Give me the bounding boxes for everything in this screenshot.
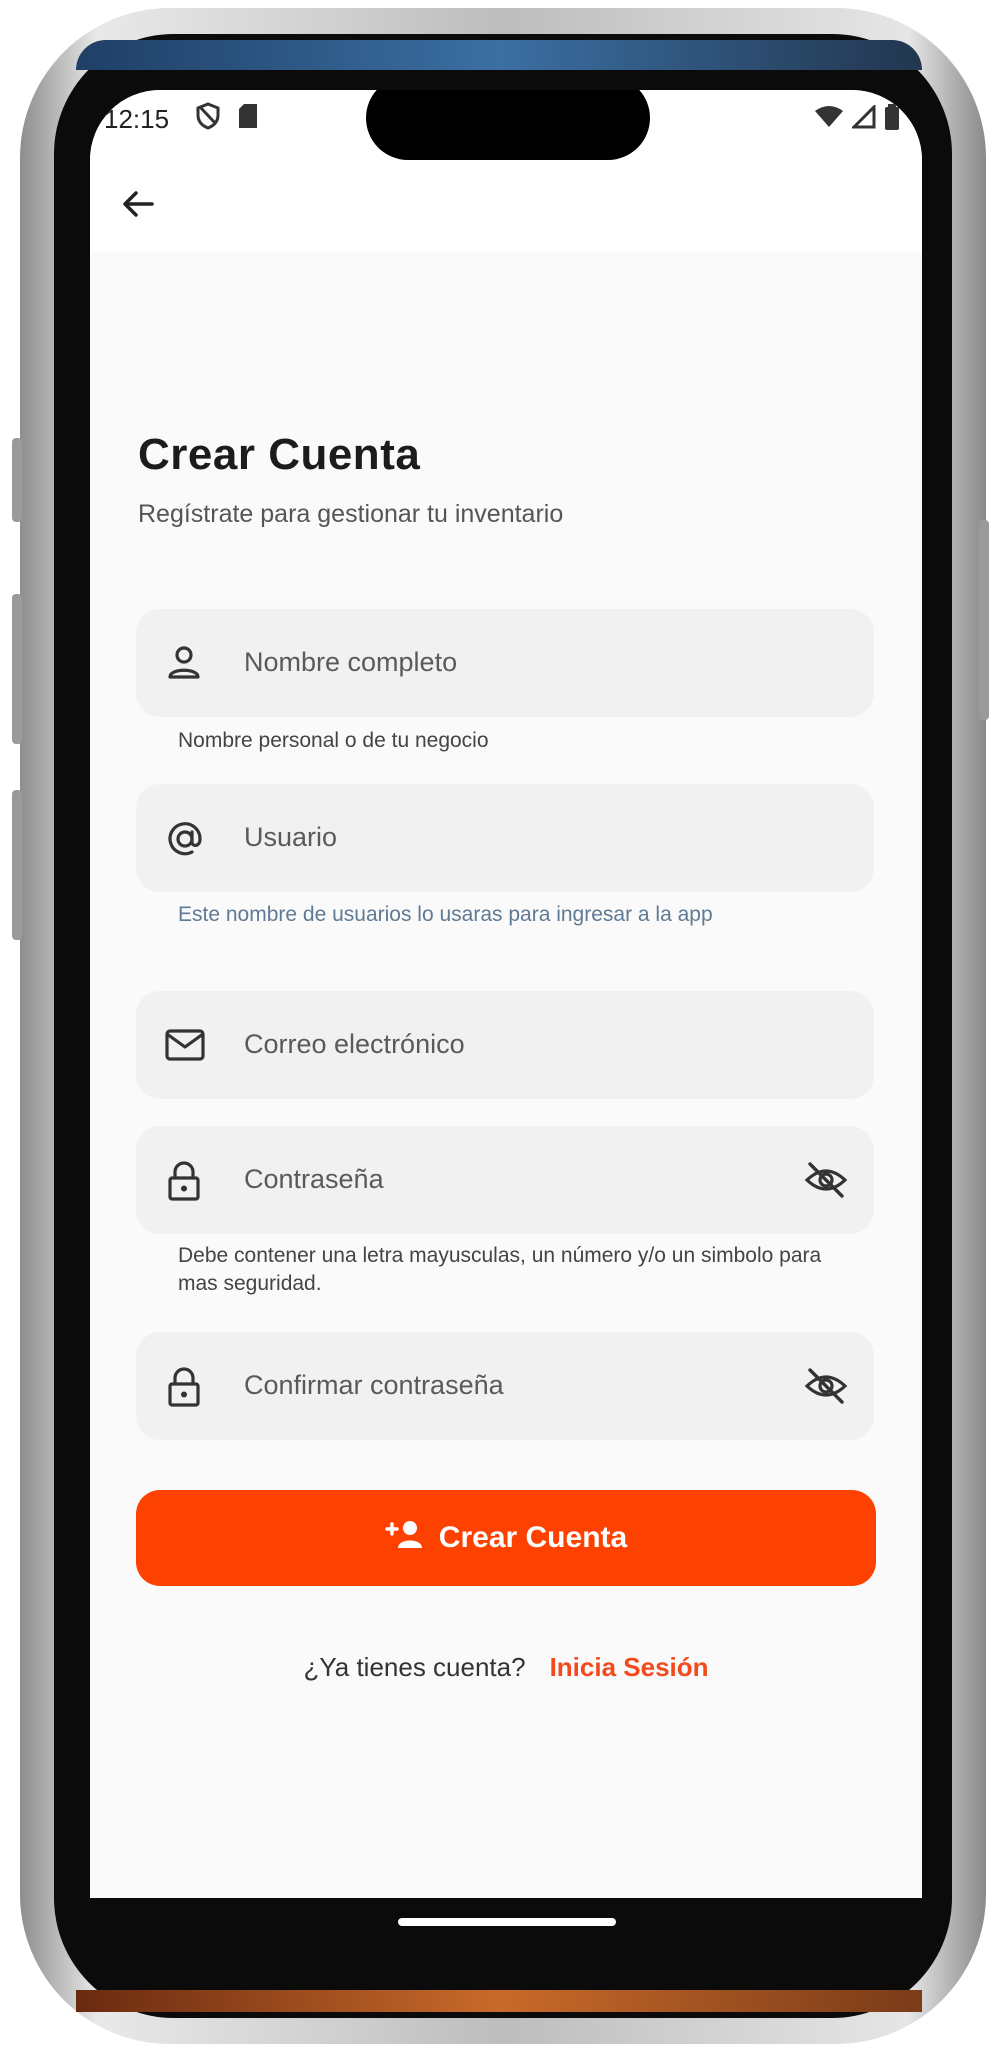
password-field[interactable]: Contraseña (136, 1126, 874, 1234)
lock-icon (164, 1366, 204, 1407)
person-icon (164, 643, 204, 683)
password-label: Contraseña (244, 1164, 384, 1194)
camera-island (366, 90, 650, 160)
lock-icon (164, 1160, 204, 1201)
eye-off-icon[interactable] (804, 1366, 848, 1406)
signal-icon (850, 103, 876, 134)
eye-off-icon[interactable] (804, 1160, 848, 1200)
confirm-password-label: Confirmar contraseña (244, 1370, 504, 1400)
create-account-label: Crear Cuenta (438, 1521, 628, 1554)
create-account-button[interactable]: Crear Cuenta (136, 1490, 876, 1586)
status-icons-left (195, 102, 259, 135)
full-name-label: Nombre completo (244, 647, 458, 677)
confirm-password-field[interactable]: Confirmar contraseña (136, 1332, 874, 1440)
status-time: 12:15 (104, 104, 170, 134)
status-icons-right (814, 103, 900, 135)
login-prompt-row: ¿Ya tienes cuenta? Inicia Sesión (90, 1652, 922, 1683)
wifi-icon (814, 105, 844, 134)
full-name-helper: Nombre personal o de tu negocio (178, 729, 489, 752)
login-link[interactable]: Inicia Sesión (550, 1652, 709, 1682)
shield-icon (195, 102, 221, 135)
status-bar: 12:15 (90, 90, 922, 160)
page-subtitle: Regístrate para gestionar tu inventario (138, 500, 564, 528)
login-prompt: ¿Ya tienes cuenta? (303, 1652, 526, 1682)
username-label: Usuario (244, 822, 338, 852)
app-screen: 12:15 Crear Cuenta Regístrate para gesti… (90, 90, 922, 1898)
mail-icon (164, 1025, 205, 1065)
email-field[interactable]: Correo electrónico (136, 991, 874, 1099)
at-icon (164, 818, 204, 858)
device-side-button (12, 438, 22, 522)
person-add-icon (385, 1519, 425, 1557)
sd-card-icon (237, 103, 259, 134)
device-volume-up (12, 594, 22, 744)
page-title: Crear Cuenta (138, 430, 421, 479)
username-helper: Este nombre de usuarios lo usaras para i… (178, 903, 713, 926)
arrow-left-icon (118, 184, 158, 229)
username-field[interactable]: Usuario (136, 784, 874, 892)
password-helper: Debe contener una letra mayusculas, un n… (178, 1244, 822, 1295)
device-volume-down (12, 790, 22, 940)
app-bar (90, 160, 922, 252)
full-name-field[interactable]: Nombre completo (136, 609, 874, 717)
home-indicator[interactable] (398, 1918, 616, 1926)
device-power-button (979, 520, 989, 720)
back-button[interactable] (112, 180, 164, 232)
email-label: Correo electrónico (244, 1029, 465, 1059)
battery-icon (884, 104, 900, 135)
wallpaper-edge-top (76, 40, 922, 70)
wallpaper-edge-bottom (76, 1990, 922, 2012)
